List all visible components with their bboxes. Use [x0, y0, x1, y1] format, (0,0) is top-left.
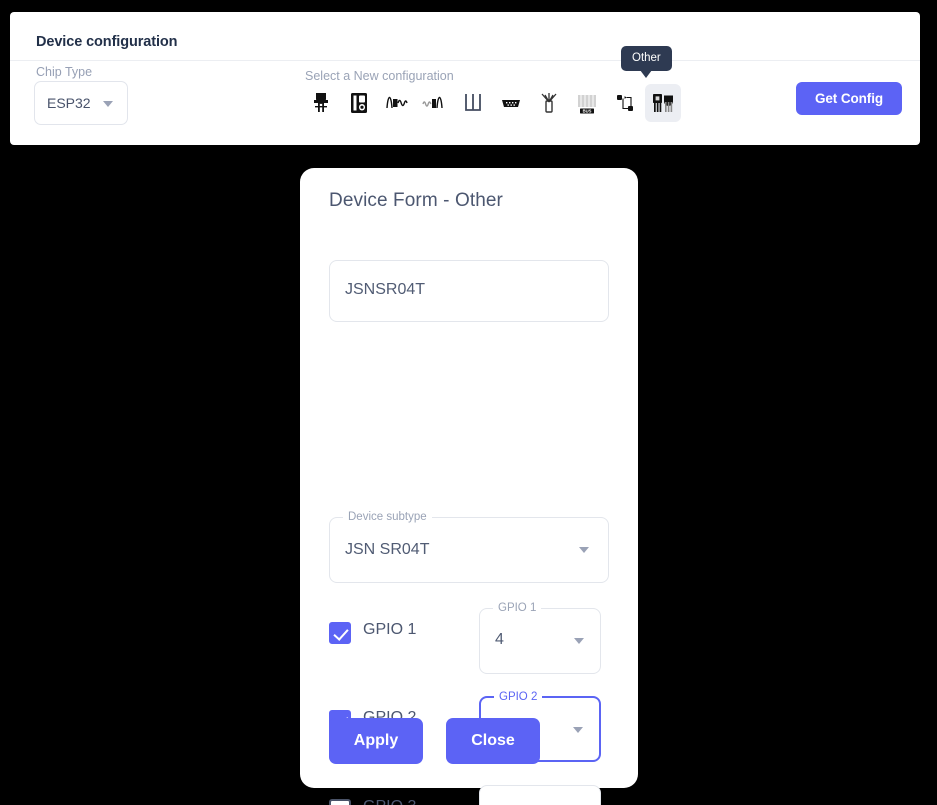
chip-type-label: Chip Type	[36, 65, 93, 79]
gpio-2-pin-legend: GPIO 2	[494, 690, 543, 704]
config-icon-waveform-signal[interactable]	[417, 84, 453, 122]
gpio-3-pin-select[interactable]: GPIO 3	[479, 785, 601, 805]
config-icon-display-module[interactable]	[341, 84, 377, 122]
select-new-configuration-label: Select a New configuration	[305, 69, 454, 83]
led-diode-icon	[310, 90, 332, 116]
dialog-title: Device Form - Other	[329, 190, 503, 211]
node-network-icon	[613, 90, 637, 116]
chip-type-value: ESP32	[47, 95, 91, 111]
config-icon-node-network[interactable]	[607, 84, 643, 122]
screen: Device configuration Chip Type ESP32 Sel…	[0, 0, 937, 805]
display-module-icon	[348, 90, 370, 116]
gpio-1-pin-value: 4	[495, 631, 504, 648]
configuration-icon-strip: BUS	[303, 84, 681, 122]
gpio-1-pin-legend: GPIO 1	[493, 601, 542, 615]
config-icon-waveform-pulse[interactable]	[379, 84, 415, 122]
device-name-value: JSNSR04T	[345, 281, 426, 298]
waveform-signal-icon	[421, 90, 449, 116]
gpio-1-checkbox[interactable]	[329, 622, 351, 644]
gpio-1-pin-select[interactable]: GPIO 1 4	[479, 601, 601, 674]
device-subtype-legend: Device subtype	[343, 510, 432, 524]
panel-title: Device configuration	[36, 34, 178, 50]
config-icon-db9-connector[interactable]	[493, 84, 529, 122]
square-wave-icon	[462, 90, 484, 116]
chip-type-select[interactable]: ESP32	[34, 81, 128, 125]
waveform-pulse-icon	[384, 90, 410, 116]
config-icon-led-diode[interactable]	[303, 84, 339, 122]
svg-text:BUS: BUS	[583, 109, 592, 114]
config-icon-antenna[interactable]	[531, 84, 567, 122]
device-name-input[interactable]: JSNSR04T	[329, 260, 609, 322]
device-subtype-select[interactable]: Device subtype JSN SR04T	[329, 510, 609, 583]
device-configuration-panel: Device configuration Chip Type ESP32 Sel…	[10, 12, 920, 145]
config-icon-transistor-other[interactable]	[645, 84, 681, 122]
config-icon-square-wave[interactable]	[455, 84, 491, 122]
gpio-3-checkbox[interactable]	[329, 799, 351, 805]
gpio-3-label: GPIO 3	[363, 798, 416, 805]
get-config-button[interactable]: Get Config	[796, 82, 902, 115]
config-icon-bus-chip[interactable]: BUS	[569, 84, 605, 122]
device-form-dialog: Device Form - Other JSNSR04T Device subt…	[300, 168, 638, 805]
close-button[interactable]: Close	[446, 718, 540, 764]
chevron-down-icon	[579, 547, 589, 553]
apply-button[interactable]: Apply	[329, 718, 423, 764]
bus-chip-icon: BUS	[575, 90, 599, 116]
antenna-icon	[538, 90, 560, 116]
chevron-down-icon	[103, 101, 113, 107]
gpio-1-label: GPIO 1	[363, 621, 417, 638]
panel-divider	[10, 60, 920, 61]
chevron-down-icon	[574, 638, 584, 644]
chevron-down-icon	[573, 727, 583, 733]
device-subtype-value: JSN SR04T	[345, 541, 430, 558]
transistor-other-icon	[650, 90, 676, 116]
db9-connector-icon	[498, 90, 524, 116]
tooltip-other: Other	[621, 46, 672, 78]
